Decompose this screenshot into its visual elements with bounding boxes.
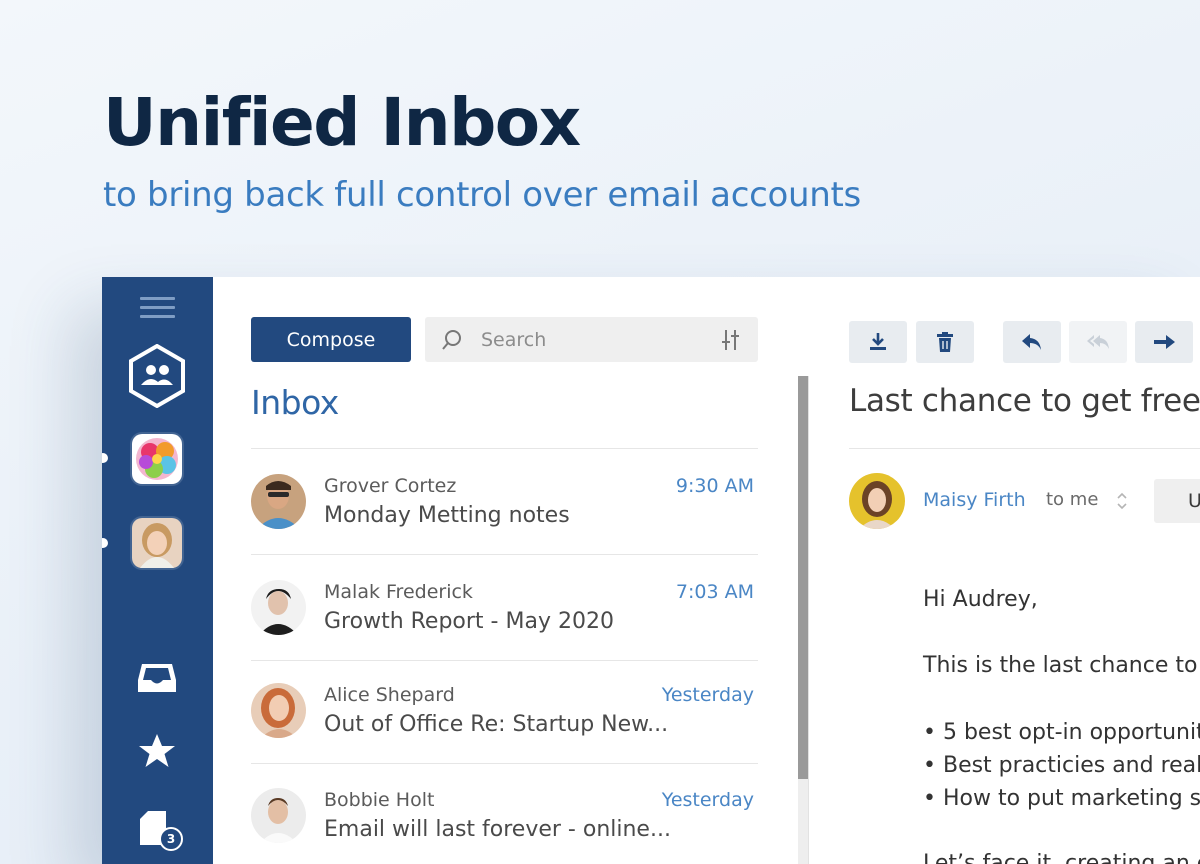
email-greeting: Hi Audrey,: [923, 587, 1038, 612]
avatar: [251, 683, 306, 738]
filter-sliders-icon[interactable]: [719, 328, 743, 352]
delete-button[interactable]: [916, 321, 974, 363]
inbox-title: Inbox: [251, 383, 339, 422]
email-action-button[interactable]: U: [1154, 479, 1200, 523]
message-time: Yesterday: [661, 789, 754, 811]
recipient-label: to me: [1046, 489, 1099, 510]
download-icon: [870, 333, 886, 350]
message-list-item[interactable]: Alice Shepard Yesterday Out of Office Re…: [251, 658, 758, 764]
reply-icon: [1022, 334, 1041, 350]
mail-app-window: 3 Compose Inbox Grover Cortez 9: [102, 277, 1200, 864]
email-intro: This is the last chance to r: [923, 653, 1200, 678]
inbox-tray-icon[interactable]: [138, 658, 176, 696]
message-time: 9:30 AM: [675, 475, 754, 497]
compose-button[interactable]: Compose: [251, 317, 411, 362]
email-trailing-text: Let’s face it, creating an e: [923, 851, 1200, 864]
sidebar-rail: 3: [102, 277, 213, 864]
message-sender: Malak Frederick: [324, 581, 473, 603]
message-sender: Alice Shepard: [324, 684, 455, 706]
hexagon-people-icon[interactable]: [128, 344, 186, 408]
download-button[interactable]: [849, 321, 907, 363]
reply-all-icon: [1087, 335, 1109, 349]
message-time: 7:03 AM: [675, 581, 754, 603]
scrollbar-thumb[interactable]: [798, 376, 808, 779]
message-sender: Grover Cortez: [324, 475, 457, 497]
email-subject: Last chance to get free t: [849, 383, 1200, 419]
sender-avatar: [849, 473, 905, 529]
email-action-label: U: [1188, 490, 1200, 512]
woman-avatar[interactable]: [132, 518, 182, 568]
avatar: [251, 788, 306, 843]
hamburger-menu-icon[interactable]: [140, 297, 175, 319]
trash-icon: [937, 332, 953, 352]
message-list-item[interactable]: Malak Frederick 7:03 AM Growth Report - …: [251, 555, 758, 661]
unread-count-badge: 3: [159, 827, 183, 851]
search-icon: [442, 330, 461, 350]
email-bullet: • How to put marketing st: [923, 786, 1200, 811]
avatar: [251, 580, 306, 635]
message-list-item[interactable]: Grover Cortez 9:30 AM Monday Metting not…: [251, 449, 758, 555]
account-active-dot: [102, 453, 108, 463]
account-dot: [102, 538, 108, 548]
email-bullet: • 5 best opt-in opportunit: [923, 720, 1200, 745]
hero-subtitle: to bring back full control over email ac…: [103, 175, 861, 215]
message-subject: Growth Report - May 2020: [324, 609, 614, 634]
chevron-updown-icon[interactable]: [1114, 490, 1130, 512]
message-sender: Bobbie Holt: [324, 789, 435, 811]
pane-divider: [808, 376, 809, 864]
colorful-flower-avatar[interactable]: [132, 434, 182, 484]
forward-icon: [1154, 335, 1175, 349]
reply-all-button[interactable]: [1069, 321, 1127, 363]
sender-name[interactable]: Maisy Firth: [923, 489, 1026, 511]
divider: [849, 448, 1200, 449]
avatar: [251, 474, 306, 529]
reply-button[interactable]: [1003, 321, 1061, 363]
message-list-item[interactable]: Bobbie Holt Yesterday Email will last fo…: [251, 763, 758, 864]
search-input[interactable]: [481, 326, 701, 354]
search-bar: [425, 317, 758, 362]
message-subject: Monday Metting notes: [324, 503, 570, 528]
email-bullet: • Best practicies and real e: [923, 753, 1200, 778]
message-subject: Out of Office Re: Startup New...: [324, 712, 669, 737]
hero-title: Unified Inbox: [103, 84, 581, 161]
message-time: Yesterday: [661, 684, 754, 706]
forward-button[interactable]: [1135, 321, 1193, 363]
star-icon[interactable]: [138, 732, 176, 770]
message-subject: Email will last forever - online...: [324, 817, 671, 842]
